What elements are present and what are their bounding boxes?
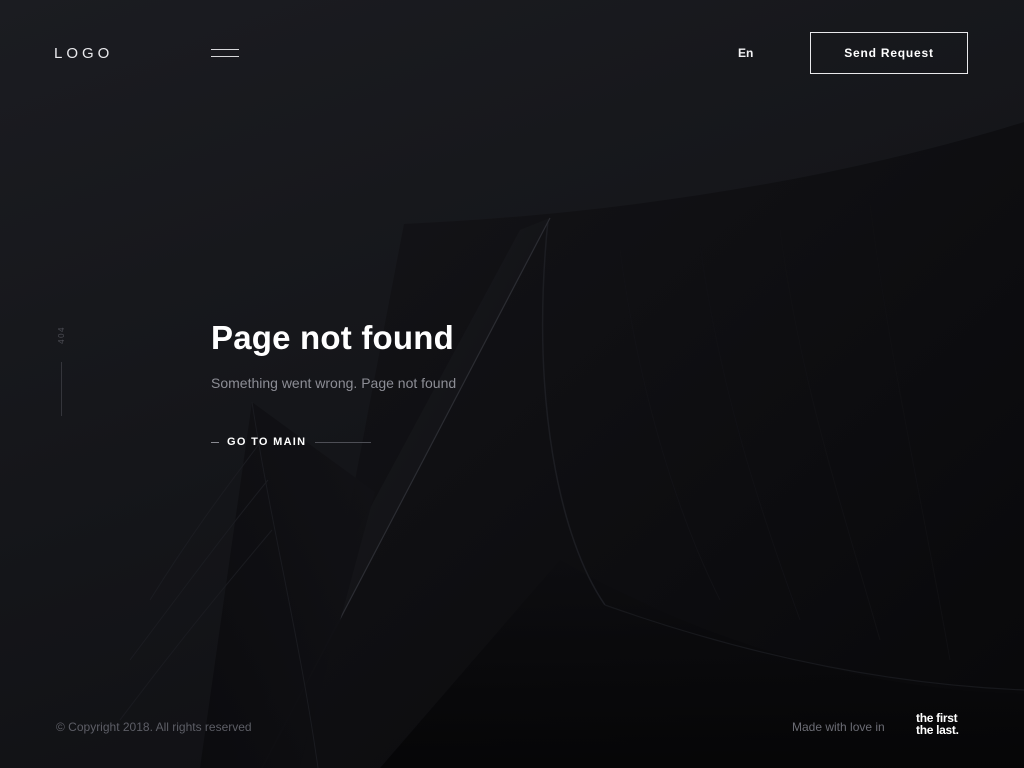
error-page: LOGO En Send Request 404 Page not found … (0, 0, 1024, 768)
hamburger-menu-icon[interactable] (211, 47, 239, 59)
vertical-divider (61, 362, 62, 416)
error-code-indicator: 404 (55, 326, 67, 416)
menu-line (211, 49, 239, 50)
go-to-main-link[interactable]: GO TO MAIN (211, 434, 372, 450)
link-dash-right (315, 441, 372, 443)
menu-line (211, 56, 239, 57)
copyright-text: © Copyright 2018. All rights reserved (56, 720, 252, 734)
language-switcher[interactable]: En (738, 46, 753, 60)
page-title: Page not found (211, 319, 454, 356)
studio-brand-logo[interactable]: the first the last. (916, 712, 959, 736)
logo[interactable]: LOGO (54, 45, 113, 62)
link-dash-left (211, 441, 219, 443)
error-code: 404 (57, 326, 66, 344)
made-with-text: Made with love in (792, 720, 885, 734)
background-architecture-image (119, 122, 1024, 768)
send-request-button[interactable]: Send Request (810, 32, 968, 74)
go-to-main-label: GO TO MAIN (227, 436, 307, 448)
brand-line-2: the last. (916, 723, 959, 737)
error-message: Something went wrong. Page not found (211, 375, 457, 391)
